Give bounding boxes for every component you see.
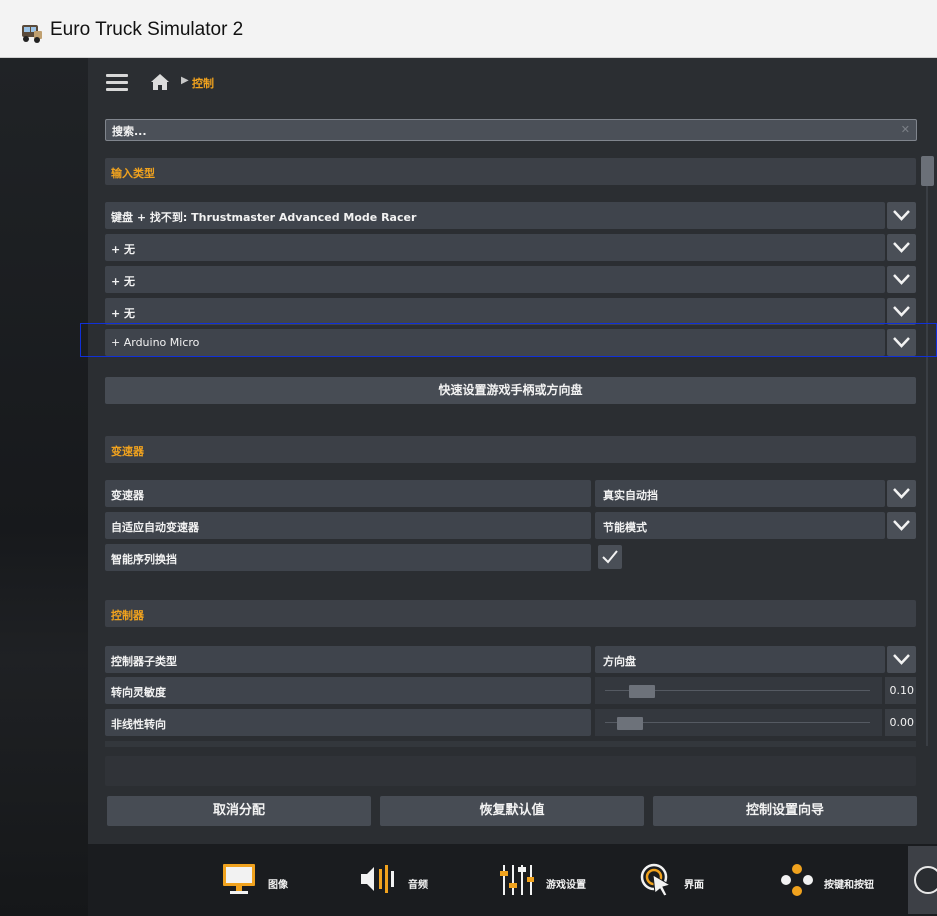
breadcrumb-arrow-icon: ▶ <box>181 75 189 86</box>
setting-label: 自适应自动变速器 <box>111 521 199 534</box>
input-device-row-1[interactable]: 键盘 + 找不到: Thrustmaster Advanced Mode Rac… <box>105 202 916 229</box>
setting-adaptive-transmission[interactable]: 自适应自动变速器 节能模式 <box>105 512 916 539</box>
controls-panel: ▶ 控制 搜索... ✕ 输入类型 键盘 + 找不到: Thrustmaster… <box>88 58 937 844</box>
scrollbar-thumb[interactable] <box>921 156 934 186</box>
restore-defaults-button[interactable]: 恢复默认值 <box>380 796 644 826</box>
section-title: 变速器 <box>111 445 144 458</box>
chevron-down-icon[interactable] <box>887 646 916 673</box>
input-device-row-4[interactable]: + 无 <box>105 298 916 325</box>
nav-keys-buttons[interactable]: 按键和按钮 <box>778 844 898 916</box>
nav-game-settings[interactable]: 游戏设置 <box>498 844 608 916</box>
steering-wheel-icon <box>914 866 937 894</box>
restore-defaults-label: 恢复默认值 <box>479 803 545 818</box>
section-transmission: 变速器 <box>105 436 916 463</box>
setting-steering-sensitivity: 转向灵敏度 0.10 <box>105 677 916 704</box>
slider-value: 0.10 <box>889 684 915 697</box>
chevron-down-icon[interactable] <box>887 266 916 293</box>
setting-value: 真实自动挡 <box>603 489 658 502</box>
input-device-label: + 无 <box>111 307 136 320</box>
input-device-label: + 无 <box>111 275 136 288</box>
nav-audio[interactable]: 音频 <box>358 844 448 916</box>
breadcrumb-current[interactable]: 控制 <box>192 75 214 91</box>
nav-interface[interactable]: 界面 <box>638 844 728 916</box>
control-wizard-button[interactable]: 控制设置向导 <box>653 796 917 826</box>
list-fade-edge <box>105 741 916 747</box>
slider-value: 0.00 <box>889 716 915 729</box>
quick-setup-button[interactable]: 快速设置游戏手柄或方向盘 <box>105 377 916 404</box>
setting-controller-subtype[interactable]: 控制器子类型 方向盘 <box>105 646 916 673</box>
setting-label: 控制器子类型 <box>111 655 177 668</box>
slider-handle[interactable] <box>628 685 655 698</box>
window-title: Euro Truck Simulator 2 <box>50 19 244 40</box>
setting-smart-sequential-shift: 智能序列换挡 <box>105 544 916 571</box>
chevron-down-icon[interactable] <box>887 202 916 229</box>
speaker-icon <box>361 865 394 893</box>
setting-label: 智能序列换挡 <box>111 553 177 566</box>
cursor-icon <box>640 863 672 897</box>
steering-sensitivity-slider[interactable] <box>595 677 882 704</box>
bottom-settings-nav: 图像 音频 游戏设置 界面 按键和按钮 <box>88 844 937 916</box>
chevron-down-icon[interactable] <box>887 298 916 325</box>
checkmark-icon <box>602 550 618 564</box>
corner-extra-button[interactable] <box>908 846 937 914</box>
nonlinear-steering-slider[interactable] <box>595 709 882 736</box>
chevron-down-icon[interactable] <box>887 512 916 539</box>
input-device-label: + 无 <box>111 243 136 256</box>
home-icon[interactable] <box>150 73 170 91</box>
section-title: 输入类型 <box>111 167 155 180</box>
section-controller: 控制器 <box>105 600 916 627</box>
nav-label: 按键和按钮 <box>824 880 874 891</box>
selection-highlight <box>80 323 937 357</box>
info-bar <box>105 756 916 786</box>
setting-value: 方向盘 <box>603 655 636 668</box>
nav-label: 图像 <box>268 880 288 891</box>
setting-transmission[interactable]: 变速器 真实自动挡 <box>105 480 916 507</box>
nav-graphics[interactable]: 图像 <box>220 844 310 916</box>
input-device-row-2[interactable]: + 无 <box>105 234 916 261</box>
control-wizard-label: 控制设置向导 <box>745 803 824 818</box>
setting-label: 转向灵敏度 <box>111 686 166 699</box>
section-title: 控制器 <box>111 609 144 622</box>
input-device-label: 键盘 + 找不到: Thrustmaster Advanced Mode Rac… <box>111 211 417 224</box>
scrollbar[interactable] <box>920 156 934 746</box>
menu-icon[interactable] <box>106 74 128 92</box>
chevron-down-icon[interactable] <box>887 234 916 261</box>
search-placeholder: 搜索... <box>112 125 147 138</box>
chevron-down-icon[interactable] <box>887 480 916 507</box>
left-blurred-panel <box>0 58 88 916</box>
gamepad-buttons-icon <box>781 864 813 896</box>
nav-label: 游戏设置 <box>546 880 586 891</box>
input-device-row-3[interactable]: + 无 <box>105 266 916 293</box>
search-input[interactable]: 搜索... ✕ <box>105 119 917 141</box>
setting-label: 非线性转向 <box>111 718 166 731</box>
monitor-icon <box>223 864 255 894</box>
unassign-label: 取消分配 <box>212 803 265 818</box>
setting-value: 节能模式 <box>603 521 647 534</box>
unassign-button[interactable]: 取消分配 <box>107 796 371 826</box>
top-nav: ▶ 控制 <box>88 58 937 113</box>
setting-label: 变速器 <box>111 489 144 502</box>
app-icon <box>22 25 42 43</box>
nav-label: 界面 <box>684 880 704 891</box>
clear-icon[interactable]: ✕ <box>901 123 910 136</box>
section-input-type: 输入类型 <box>105 158 916 185</box>
quick-setup-label: 快速设置游戏手柄或方向盘 <box>438 383 583 397</box>
nav-label: 音频 <box>408 880 428 891</box>
sliders-icon <box>500 865 534 895</box>
setting-nonlinear-steering: 非线性转向 0.00 <box>105 709 916 736</box>
slider-handle[interactable] <box>616 717 643 730</box>
smart-shift-checkbox[interactable] <box>598 545 622 569</box>
window-titlebar: Euro Truck Simulator 2 <box>0 0 937 58</box>
